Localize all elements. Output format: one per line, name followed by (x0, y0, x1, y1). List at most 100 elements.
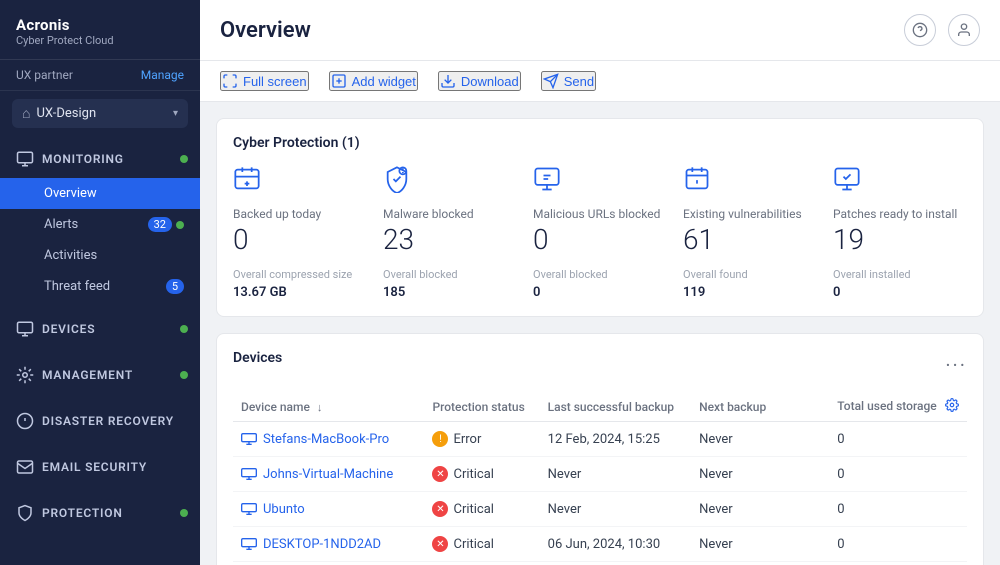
protection-icon (16, 504, 34, 522)
devices-tbody: Stefans-MacBook-Pro ! Error 12 Feb, 2024… (233, 422, 967, 565)
nav-section-devices: DEVICES (0, 306, 200, 352)
toolbar: Full screen Add widget Download Send (200, 61, 1000, 102)
sidebar-item-alerts[interactable]: Alerts 32 (0, 209, 200, 240)
device-link[interactable]: Ubunto (241, 502, 416, 517)
activities-label: Activities (44, 248, 97, 263)
nav-section-management: MANAGEMENT (0, 352, 200, 398)
nav-label-disaster-recovery: DISASTER RECOVERY (42, 414, 174, 428)
sidebar-item-overview[interactable]: Overview (0, 178, 200, 209)
full-screen-icon (222, 73, 238, 89)
download-button[interactable]: Download (438, 71, 521, 91)
add-widget-label: Add widget (352, 74, 416, 89)
protection-dot (180, 509, 188, 517)
storage-cell: 0 (829, 422, 967, 457)
backed-up-value: 0 (233, 225, 367, 256)
devices-table: Device name ↓ Protection status Last suc… (233, 392, 967, 565)
malware-value: 23 (383, 225, 517, 256)
backup-icon (233, 165, 367, 197)
backed-up-label: Backed up today (233, 207, 367, 221)
vuln-sub-value: 119 (683, 285, 817, 300)
status-badge: ✕ Critical (432, 501, 531, 517)
overview-label: Overview (44, 186, 97, 201)
nav-label-devices: DEVICES (42, 322, 95, 336)
home-icon: ⌂ (22, 105, 30, 122)
page-title: Overview (220, 18, 311, 43)
full-screen-button[interactable]: Full screen (220, 71, 309, 91)
computer-icon (241, 467, 257, 481)
cyber-protection-title: Cyber Protection (1) (233, 135, 967, 151)
device-name-cell: Ubunto (233, 492, 424, 527)
column-settings-icon[interactable] (945, 398, 959, 415)
device-link[interactable]: Johns-Virtual-Machine (241, 467, 416, 482)
malware-sub-label: Overall blocked (383, 268, 517, 281)
last-backup-cell: Never (540, 457, 691, 492)
patches-sub-value: 0 (833, 285, 967, 300)
manage-link[interactable]: Manage (141, 68, 184, 82)
status-icon: ✕ (432, 466, 448, 482)
send-label: Send (564, 74, 594, 89)
device-name-cell: DESKTOP-1NDD2AD (233, 527, 424, 562)
send-button[interactable]: Send (541, 71, 596, 91)
stat-urls: Malicious URLs blocked 0 Overall blocked… (533, 165, 667, 300)
vuln-label: Existing vulnerabilities (683, 207, 817, 221)
nav-header-disaster-recovery[interactable]: DISASTER RECOVERY (0, 402, 200, 440)
chevron-down-icon: ▾ (173, 108, 178, 119)
nav-header-devices[interactable]: DEVICES (0, 310, 200, 348)
vulnerability-icon (683, 165, 817, 197)
device-link[interactable]: Stefans-MacBook-Pro (241, 432, 416, 447)
user-icon (956, 22, 972, 38)
ux-partner-label: UX partner (16, 68, 73, 82)
more-options-button[interactable]: ··· (945, 353, 967, 377)
status-cell: ! Error (424, 422, 539, 457)
logo-title: Acronis (16, 16, 184, 34)
computer-icon (241, 432, 257, 446)
stat-malware: Malware blocked 23 Overall blocked 185 (383, 165, 517, 300)
storage-cell: 0 (829, 527, 967, 562)
download-label: Download (461, 74, 519, 89)
vuln-value: 61 (683, 225, 817, 256)
last-backup-cell: 06 Jun, 2024, 10:30 (540, 527, 691, 562)
nav-header-monitoring[interactable]: MONITORING (0, 140, 200, 178)
devices-title: Devices (233, 350, 282, 366)
status-icon: ✕ (432, 536, 448, 552)
email-security-icon (16, 458, 34, 476)
status-badge: ✕ Critical (432, 536, 531, 552)
user-button[interactable] (948, 14, 980, 46)
disaster-recovery-icon (16, 412, 34, 430)
sort-icon[interactable]: ↓ (317, 401, 323, 414)
download-icon (440, 73, 456, 89)
ux-selector-name: UX-Design (36, 106, 167, 121)
nav-label-monitoring: MONITORING (42, 152, 124, 166)
next-backup-cell: Never (691, 527, 829, 562)
status-cell: ✕ Critical (424, 492, 539, 527)
nav-header-protection[interactable]: PROTECTION (0, 494, 200, 532)
malware-sub-value: 185 (383, 285, 517, 300)
status-badge: ! Error (432, 431, 531, 447)
monitoring-dot (180, 155, 188, 163)
ux-partner-bar: UX partner Manage (0, 60, 200, 91)
monitoring-subnav: Overview Alerts 32 Activities Threat fee… (0, 178, 200, 302)
devices-icon (16, 320, 34, 338)
status-cell: ✕ Critical (424, 527, 539, 562)
device-link[interactable]: DESKTOP-1NDD2AD (241, 537, 416, 552)
ux-selector[interactable]: ⌂ UX-Design ▾ (12, 99, 188, 128)
stats-grid: Backed up today 0 Overall compressed siz… (233, 165, 967, 300)
th-last-backup: Last successful backup (540, 392, 691, 422)
add-widget-button[interactable]: Add widget (329, 71, 418, 91)
nav-header-management[interactable]: MANAGEMENT (0, 356, 200, 394)
malware-icon (383, 165, 517, 197)
device-name-cell: Stefans-MacBook-Pro (233, 422, 424, 457)
help-button[interactable] (904, 14, 936, 46)
url-icon (533, 165, 667, 197)
sidebar-item-threat-feed[interactable]: Threat feed 5 (0, 271, 200, 302)
monitor-icon (16, 150, 34, 168)
sidebar-item-activities[interactable]: Activities (0, 240, 200, 271)
device-name-cell: Johns-Virtual-Machine (233, 457, 424, 492)
nav-header-email-security[interactable]: EMAIL SECURITY (0, 448, 200, 486)
last-backup-cell: 12 Feb, 2024, 15:25 (540, 422, 691, 457)
help-icon (912, 22, 928, 38)
nav-section-disaster-recovery: DISASTER RECOVERY (0, 398, 200, 444)
management-icon (16, 366, 34, 384)
stat-backed-up: Backed up today 0 Overall compressed siz… (233, 165, 367, 300)
status-badge: ✕ Critical (432, 466, 531, 482)
